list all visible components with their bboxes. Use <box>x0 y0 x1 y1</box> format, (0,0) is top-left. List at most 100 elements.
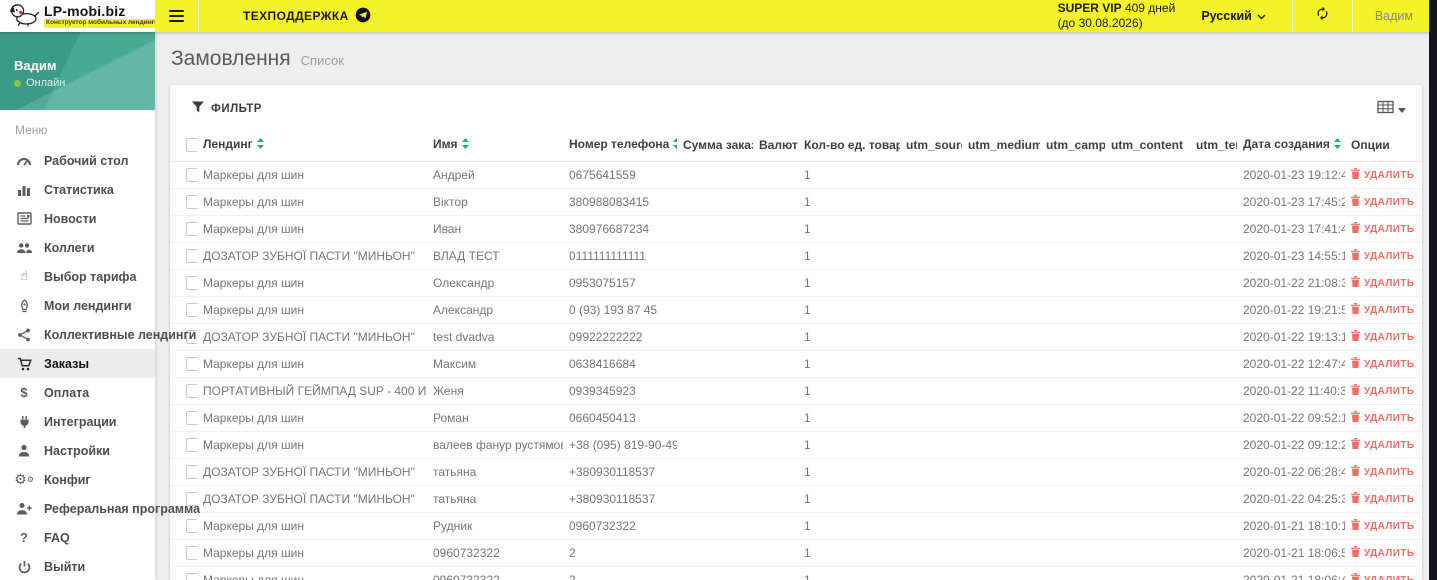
delete-button[interactable]: УДАЛИТЬ <box>1351 438 1414 452</box>
plan-name: SUPER VIP <box>1057 1 1122 15</box>
col-created-date[interactable]: Дата создания <box>1237 129 1345 162</box>
row-checkbox[interactable] <box>186 303 197 317</box>
cell-order-sum <box>677 458 753 486</box>
row-checkbox[interactable] <box>186 222 197 236</box>
language-selector[interactable]: Русский <box>1201 0 1292 32</box>
sidebar-item-colleagues[interactable]: Коллеги <box>0 233 155 262</box>
delete-button[interactable]: УДАЛИТЬ <box>1351 222 1414 236</box>
sidebar-item-my-landings[interactable]: Мои лендинги <box>0 291 155 320</box>
sidebar-item-faq[interactable]: ? FAQ <box>0 523 155 552</box>
delete-button[interactable]: УДАЛИТЬ <box>1351 492 1414 506</box>
user-menu[interactable]: Вадим <box>1353 0 1437 32</box>
cell-landing: Маркеры для шин <box>197 431 427 459</box>
row-select-cell <box>170 215 197 243</box>
cell-phone: 09922222222 <box>563 323 677 351</box>
sidebar-item-dashboard[interactable]: Рабочий стол <box>0 146 155 175</box>
cell-created-date: 2020-01-22 12:47:43 <box>1237 350 1345 378</box>
col-utm-term: utm_term <box>1190 129 1237 162</box>
sidebar-item-settings[interactable]: Настройки <box>0 436 155 465</box>
delete-button[interactable]: УДАЛИТЬ <box>1351 303 1414 317</box>
trash-icon <box>1351 249 1360 263</box>
col-phone[interactable]: Номер телефона <box>563 129 677 162</box>
top-bar: LP-mobi.biz Конструктор мобильных лендин… <box>0 0 1437 32</box>
row-checkbox[interactable] <box>186 519 197 533</box>
sidebar-item-config[interactable]: ⚙ ⚙ Конфиг <box>0 465 155 494</box>
delete-button[interactable]: УДАЛИТЬ <box>1351 357 1414 371</box>
delete-button[interactable]: УДАЛИТЬ <box>1351 168 1414 182</box>
col-name[interactable]: Имя <box>427 129 563 162</box>
row-checkbox[interactable] <box>186 168 197 182</box>
col-landing[interactable]: Лендинг <box>197 129 427 162</box>
row-checkbox[interactable] <box>186 546 197 560</box>
cart-icon <box>15 357 33 371</box>
column-visibility-button[interactable] <box>1377 100 1406 117</box>
row-checkbox[interactable] <box>186 276 197 290</box>
telegram-icon <box>355 7 371 26</box>
page-header: Замовлення Список <box>171 47 1422 71</box>
delete-button[interactable]: УДАЛИТЬ <box>1351 330 1414 344</box>
delete-button[interactable]: УДАЛИТЬ <box>1351 411 1414 425</box>
cell-utm-source <box>900 269 962 297</box>
sidebar-item-news[interactable]: Новости <box>0 204 155 233</box>
row-checkbox[interactable] <box>186 249 197 263</box>
row-checkbox[interactable] <box>186 573 197 580</box>
cell-landing: Маркеры для шин <box>197 350 427 378</box>
cell-created-date: 2020-01-22 21:08:31 <box>1237 269 1345 297</box>
cell-utm-medium <box>962 512 1040 540</box>
sidebar-item-orders[interactable]: Заказы <box>0 349 155 378</box>
table-row: ПОРТАТИВНЫЙ ГЕЙМПАД SUP - 400 ИГР В 1 Же… <box>170 377 1422 405</box>
delete-button[interactable]: УДАЛИТЬ <box>1351 195 1414 209</box>
delete-button[interactable]: УДАЛИТЬ <box>1351 573 1414 580</box>
sidebar-item-logout[interactable]: Выйти <box>0 552 155 580</box>
cell-currency <box>753 296 798 324</box>
sidebar-item-payment[interactable]: $ Оплата <box>0 378 155 407</box>
user-icon <box>15 444 33 457</box>
cell-created-date: 2020-01-23 19:12:43 <box>1237 161 1345 189</box>
cell-utm-source <box>900 485 962 513</box>
row-checkbox[interactable] <box>186 411 197 425</box>
refresh-button[interactable] <box>1293 0 1352 32</box>
cell-utm-source <box>900 566 962 580</box>
col-options: Опции <box>1345 129 1422 162</box>
delete-button[interactable]: УДАЛИТЬ <box>1351 384 1414 398</box>
delete-button[interactable]: УДАЛИТЬ <box>1351 465 1414 479</box>
delete-button[interactable]: УДАЛИТЬ <box>1351 276 1414 290</box>
hamburger-menu-icon[interactable] <box>155 0 199 32</box>
cell-options: УДАЛИТЬ <box>1345 512 1422 540</box>
select-all-checkbox[interactable] <box>186 137 197 152</box>
cell-utm-source <box>900 323 962 351</box>
row-checkbox[interactable] <box>186 357 197 371</box>
logo[interactable]: LP-mobi.biz Конструктор мобильных лендин… <box>0 0 165 32</box>
row-checkbox[interactable] <box>186 384 197 398</box>
cell-utm-medium <box>962 431 1040 459</box>
cell-utm-campaign <box>1040 485 1105 513</box>
delete-button[interactable]: УДАЛИТЬ <box>1351 249 1414 263</box>
sidebar-menu: Рабочий стол Статистика Новости Коллеги … <box>0 146 200 580</box>
cell-currency <box>753 323 798 351</box>
filter-label: ФИЛЬТР <box>211 102 262 115</box>
gears-icon: ⚙ ⚙ <box>14 471 34 488</box>
row-select-cell <box>170 404 197 432</box>
cell-utm-content <box>1105 404 1190 432</box>
support-button[interactable]: ТЕХПОДДЕРЖКА <box>199 0 391 32</box>
cell-currency <box>753 404 798 432</box>
cell-utm-source <box>900 242 962 270</box>
filter-button[interactable]: ФИЛЬТР <box>186 100 268 117</box>
row-select-cell <box>170 269 197 297</box>
sidebar-item-referral[interactable]: Реферальная программа <box>0 494 200 523</box>
delete-button[interactable]: УДАЛИТЬ <box>1351 519 1414 533</box>
sidebar-item-statistics[interactable]: Статистика <box>0 175 155 204</box>
row-checkbox[interactable] <box>186 438 197 452</box>
sidebar-item-collective-landings[interactable]: Коллективные лендинги <box>0 320 196 349</box>
row-checkbox[interactable] <box>186 465 197 479</box>
cell-order-sum <box>677 296 753 324</box>
scrollbar-track[interactable] <box>1429 0 1437 580</box>
cell-quantity: 1 <box>798 512 900 540</box>
col-quantity: Кол-во ед. товара <box>798 129 900 162</box>
delete-button[interactable]: УДАЛИТЬ <box>1351 546 1414 560</box>
sidebar-item-integrations[interactable]: Интеграции <box>0 407 155 436</box>
cell-utm-source <box>900 431 962 459</box>
row-checkbox[interactable] <box>186 195 197 209</box>
cell-utm-term <box>1190 323 1237 351</box>
sidebar-item-tariff[interactable]: ☝ Выбор тарифа <box>0 262 155 291</box>
